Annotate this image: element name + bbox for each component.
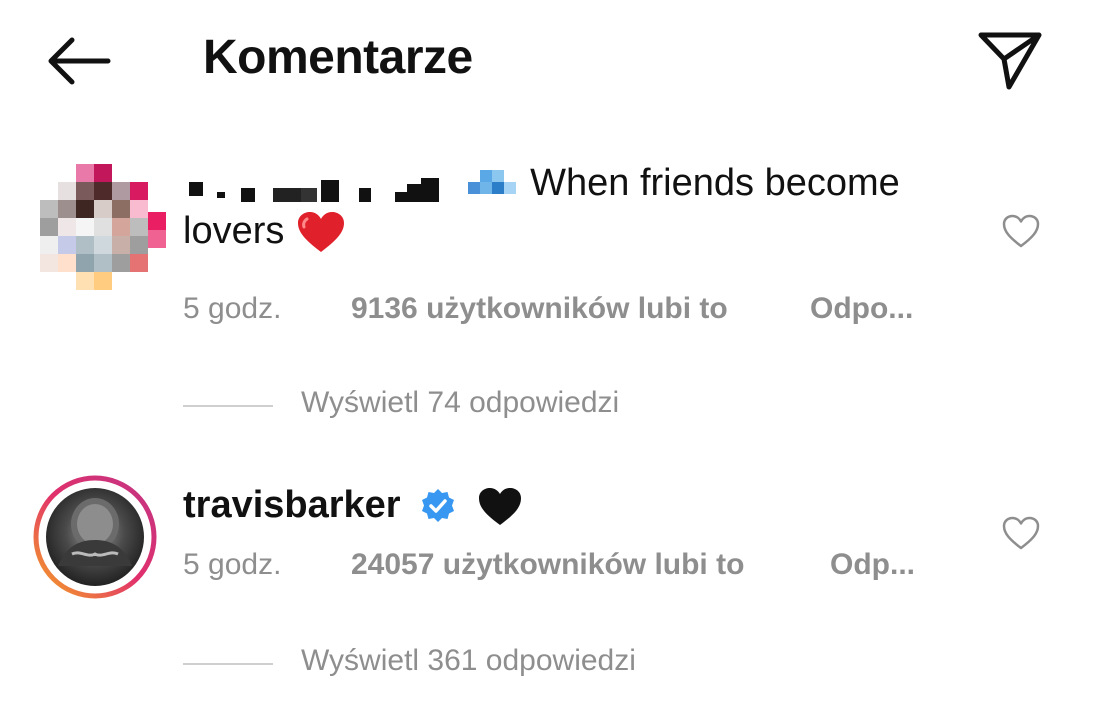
avatar[interactable]: [32, 474, 158, 600]
likes-count[interactable]: 9136 użytkowników lubi to: [351, 292, 728, 326]
back-button[interactable]: [42, 30, 114, 90]
blue-pixel-emoji: [467, 169, 516, 194]
comment-text: When friends become lovers: [183, 160, 963, 256]
view-replies-label: Wyświetl 361 odpowiedzi: [301, 644, 636, 677]
red-heart-icon: [297, 211, 344, 252]
like-button[interactable]: [1000, 212, 1042, 250]
replies-divider-line: [183, 405, 273, 407]
comment-time: 5 godz.: [183, 292, 282, 325]
redacted-username-icon: [189, 177, 439, 202]
header-bar: Komentarze: [0, 0, 1100, 120]
heart-outline-icon: [1002, 516, 1040, 550]
arrow-left-icon: [48, 37, 111, 85]
heart-outline-icon: [1002, 214, 1040, 248]
comment-text-line1: When friends become: [530, 162, 900, 204]
avatar[interactable]: [38, 160, 168, 300]
story-ring-avatar: [33, 475, 157, 599]
username[interactable]: travisbarker: [183, 484, 401, 526]
share-button[interactable]: [975, 27, 1045, 91]
comment-time: 5 godz.: [183, 548, 282, 581]
like-button[interactable]: [1000, 514, 1042, 552]
view-replies-label: Wyświetl 74 odpowiedzi: [301, 386, 620, 419]
verified-badge-icon: [422, 488, 455, 522]
likes-count[interactable]: 24057 użytkowników lubi to: [351, 548, 744, 582]
page-title: Komentarze: [203, 31, 473, 84]
black-heart-icon: [478, 487, 521, 525]
reply-button[interactable]: Odpo...: [810, 292, 913, 326]
pixelated-avatar: [40, 164, 166, 290]
paper-plane-icon: [978, 32, 1042, 90]
reply-button[interactable]: Odp...: [830, 548, 915, 582]
comment-text: travisbarker: [183, 482, 524, 528]
redacted-username[interactable]: [183, 162, 466, 204]
comment-text-line2: lovers: [183, 209, 285, 252]
replies-divider-line: [183, 663, 273, 665]
